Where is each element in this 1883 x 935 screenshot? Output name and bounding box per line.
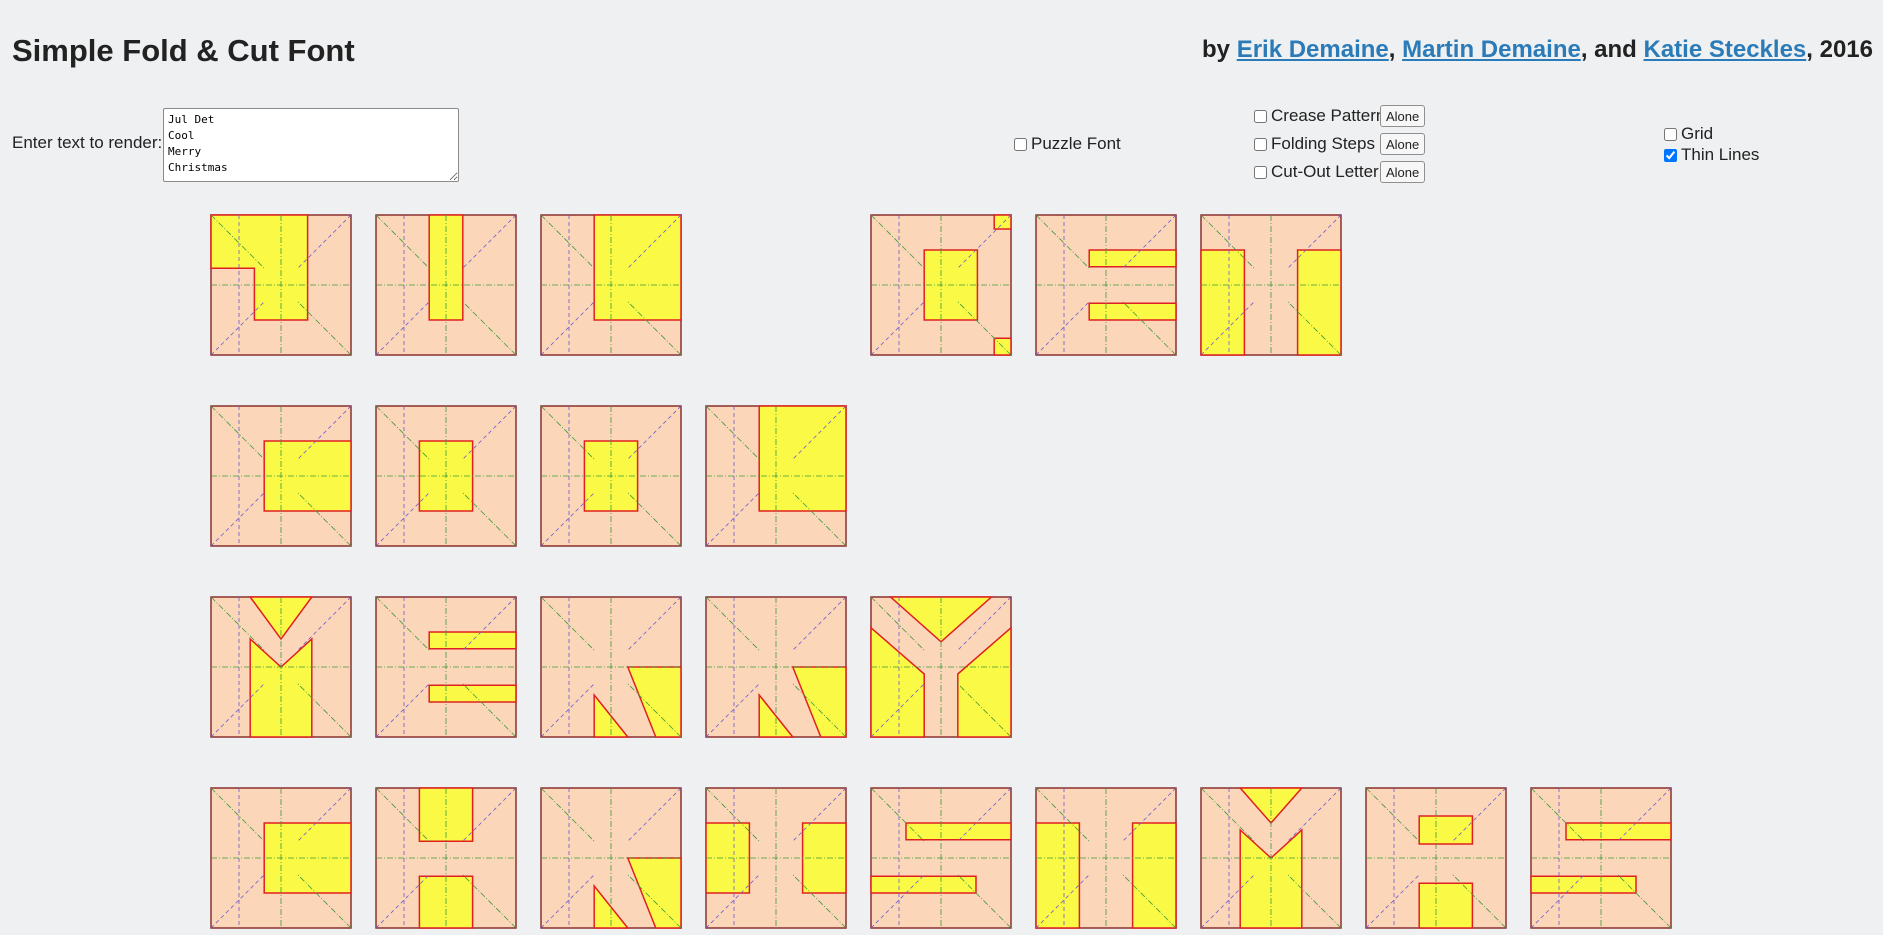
letter-tile	[705, 596, 847, 738]
letter-tile	[210, 214, 352, 356]
letter-tile	[210, 405, 352, 547]
letter-tile	[1530, 787, 1672, 929]
letter-tile	[375, 214, 517, 356]
letter-tile	[705, 405, 847, 547]
cut-shape	[1088, 302, 1177, 321]
letter-tile	[540, 214, 682, 356]
letter-tile	[1200, 214, 1342, 356]
letter-tile	[210, 787, 352, 929]
letter-tile	[870, 787, 1012, 929]
cut-shape	[593, 214, 682, 321]
letter-tile	[375, 787, 517, 929]
rendered-letters	[210, 214, 1672, 929]
cut-shape	[1565, 822, 1672, 841]
letter-tile	[375, 405, 517, 547]
cut-shape	[428, 631, 517, 650]
cut-shape	[428, 684, 517, 703]
cut-shape	[1035, 822, 1081, 929]
letter-tile	[540, 405, 682, 547]
letter-tile	[540, 596, 682, 738]
letter-tile	[705, 787, 847, 929]
cut-shape	[1200, 249, 1246, 356]
cut-shape	[1131, 822, 1177, 929]
letter-tile	[210, 596, 352, 738]
letter-tile	[1365, 787, 1507, 929]
cut-shape	[1296, 249, 1342, 356]
cut-shape	[870, 875, 977, 894]
cut-shape	[905, 822, 1012, 841]
letter-tile	[375, 596, 517, 738]
cut-shape	[1530, 875, 1637, 894]
letter-tile	[870, 214, 1012, 356]
letter-tile	[1035, 787, 1177, 929]
letter-tile	[870, 596, 1012, 738]
letter-tile	[1035, 214, 1177, 356]
cut-shape	[1418, 882, 1474, 929]
letter-tile	[540, 787, 682, 929]
cut-shape	[758, 405, 847, 512]
letter-tile	[1200, 787, 1342, 929]
cut-shape	[1088, 249, 1177, 268]
